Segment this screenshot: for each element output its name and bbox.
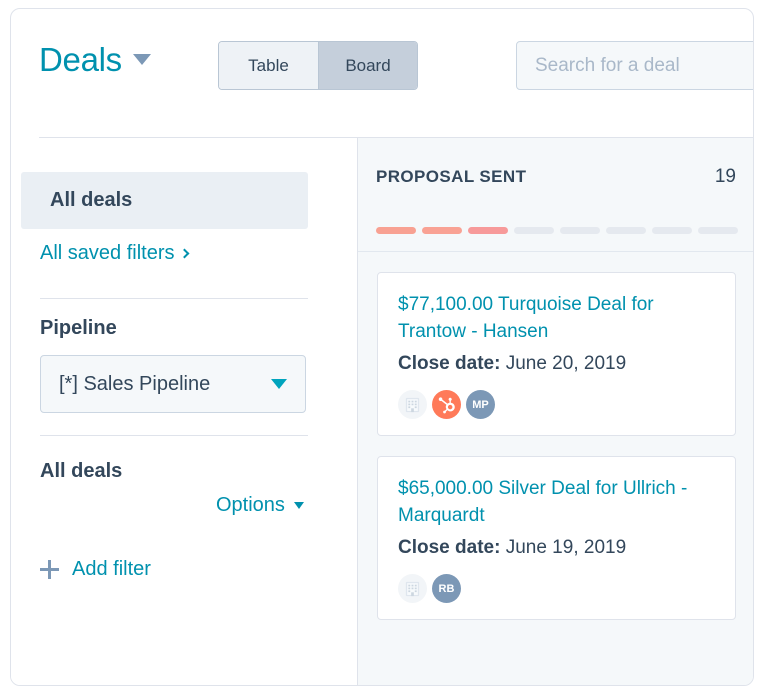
progress-segment bbox=[376, 227, 416, 234]
page-title: Deals bbox=[39, 43, 122, 76]
progress-segment bbox=[606, 227, 646, 234]
plus-icon bbox=[40, 560, 59, 579]
deal-close-date: Close date: June 20, 2019 bbox=[398, 351, 715, 377]
deal-name-link[interactable]: $77,100.00 Turquoise Deal for Trantow - … bbox=[398, 291, 715, 345]
column-count: 19 bbox=[715, 166, 736, 188]
chevron-right-icon bbox=[179, 248, 189, 258]
view-toggle-group[interactable]: Table Board bbox=[218, 41, 418, 90]
deal-close-date: Close date: June 19, 2019 bbox=[398, 535, 715, 561]
progress-segment bbox=[560, 227, 600, 234]
company-building-icon[interactable] bbox=[398, 574, 427, 603]
deal-card[interactable]: $65,000.00 Silver Deal for Ullrich - Mar… bbox=[377, 456, 736, 620]
board-column-proposal-sent: PROPOSAL SENT 19 $77,100.00 Turquoise De… bbox=[357, 138, 754, 686]
tab-board[interactable]: Board bbox=[318, 42, 417, 89]
chevron-down-icon bbox=[271, 379, 287, 389]
company-building-icon bbox=[403, 395, 422, 414]
pipeline-select[interactable]: [*] Sales Pipeline bbox=[40, 355, 306, 413]
deal-card[interactable]: $77,100.00 Turquoise Deal for Trantow - … bbox=[377, 272, 736, 436]
search-input[interactable] bbox=[516, 41, 754, 90]
sidebar-item-all-deals[interactable]: All deals bbox=[21, 172, 308, 229]
deal-associations: RB bbox=[398, 574, 715, 603]
filters-section-title: All deals bbox=[40, 460, 122, 483]
page-body: All deals All saved filters Pipeline [*]… bbox=[11, 138, 754, 686]
add-filter-button[interactable]: Add filter bbox=[40, 558, 151, 581]
progress-segment bbox=[468, 227, 508, 234]
close-date-value: June 20, 2019 bbox=[500, 353, 626, 374]
add-filter-label: Add filter bbox=[72, 558, 151, 581]
user-avatar[interactable]: MP bbox=[466, 390, 495, 419]
app-window: Deals Table Board All deals All saved fi… bbox=[10, 8, 754, 686]
deal-name-link[interactable]: $65,000.00 Silver Deal for Ullrich - Mar… bbox=[398, 475, 715, 529]
all-saved-filters-link[interactable]: All saved filters bbox=[40, 242, 188, 265]
all-saved-filters-label: All saved filters bbox=[40, 242, 175, 265]
progress-segment bbox=[514, 227, 554, 234]
progress-segment bbox=[422, 227, 462, 234]
column-progress-bar bbox=[376, 227, 738, 234]
company-building-icon bbox=[403, 579, 422, 598]
progress-segment bbox=[652, 227, 692, 234]
filters-sidebar: All deals All saved filters Pipeline [*]… bbox=[11, 138, 357, 686]
pipeline-label: Pipeline bbox=[40, 317, 117, 340]
options-label: Options bbox=[216, 494, 285, 517]
close-date-label: Close date: bbox=[398, 537, 500, 558]
deal-card-list: $77,100.00 Turquoise Deal for Trantow - … bbox=[358, 252, 754, 620]
column-header: PROPOSAL SENT 19 bbox=[358, 138, 754, 252]
options-button[interactable]: Options bbox=[216, 494, 304, 517]
tab-table[interactable]: Table bbox=[219, 42, 318, 89]
chevron-down-icon[interactable] bbox=[133, 54, 151, 65]
company-building-icon[interactable] bbox=[398, 390, 427, 419]
column-title-row: PROPOSAL SENT 19 bbox=[376, 166, 736, 188]
close-date-label: Close date: bbox=[398, 353, 500, 374]
progress-segment bbox=[698, 227, 738, 234]
page-header: Deals Table Board bbox=[11, 9, 754, 128]
hubspot-sprocket-icon bbox=[437, 395, 457, 415]
sidebar-divider-2 bbox=[40, 435, 308, 436]
column-title: PROPOSAL SENT bbox=[376, 167, 526, 187]
pipeline-select-value: [*] Sales Pipeline bbox=[59, 373, 271, 396]
close-date-value: June 19, 2019 bbox=[500, 537, 626, 558]
page-title-dropdown[interactable]: Deals bbox=[39, 43, 151, 76]
chevron-down-icon bbox=[294, 502, 304, 509]
sidebar-divider-1 bbox=[40, 298, 308, 299]
deal-associations: MP bbox=[398, 390, 715, 419]
user-avatar[interactable]: RB bbox=[432, 574, 461, 603]
hubspot-sprocket-icon[interactable] bbox=[432, 390, 461, 419]
